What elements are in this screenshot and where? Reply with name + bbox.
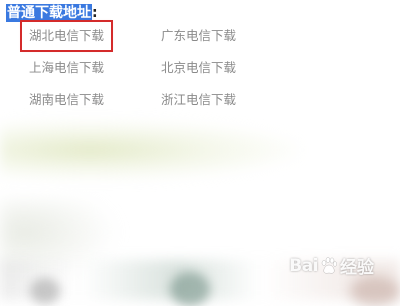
blurred-image-blob-center [170, 272, 210, 306]
blurred-image-blob-left [30, 278, 60, 304]
blurred-background-content [0, 120, 300, 180]
download-link-hunan-telecom[interactable]: 湖南电信下载 [29, 86, 104, 114]
download-section-header: 普通下载地址 : [6, 4, 98, 22]
download-link-zhejiang-telecom[interactable]: 浙江电信下载 [161, 86, 236, 114]
download-link-hubei-telecom[interactable]: 湖北电信下载 [19, 20, 114, 52]
section-title: 普通下载地址 [6, 4, 92, 22]
download-link-beijing-telecom[interactable]: 北京电信下载 [161, 54, 236, 82]
watermark-brand-text: Bai [289, 255, 318, 276]
blurred-image-blob-right [350, 276, 400, 306]
watermark-product-text: 经验 [340, 258, 374, 278]
baidu-paw-icon [319, 256, 339, 276]
download-link-shanghai-telecom[interactable]: 上海电信下载 [29, 54, 104, 82]
download-link-guangdong-telecom[interactable]: 广东电信下载 [161, 22, 236, 50]
baidu-jingyan-watermark: Bai 经验 [289, 253, 374, 279]
section-title-colon: : [92, 5, 98, 21]
